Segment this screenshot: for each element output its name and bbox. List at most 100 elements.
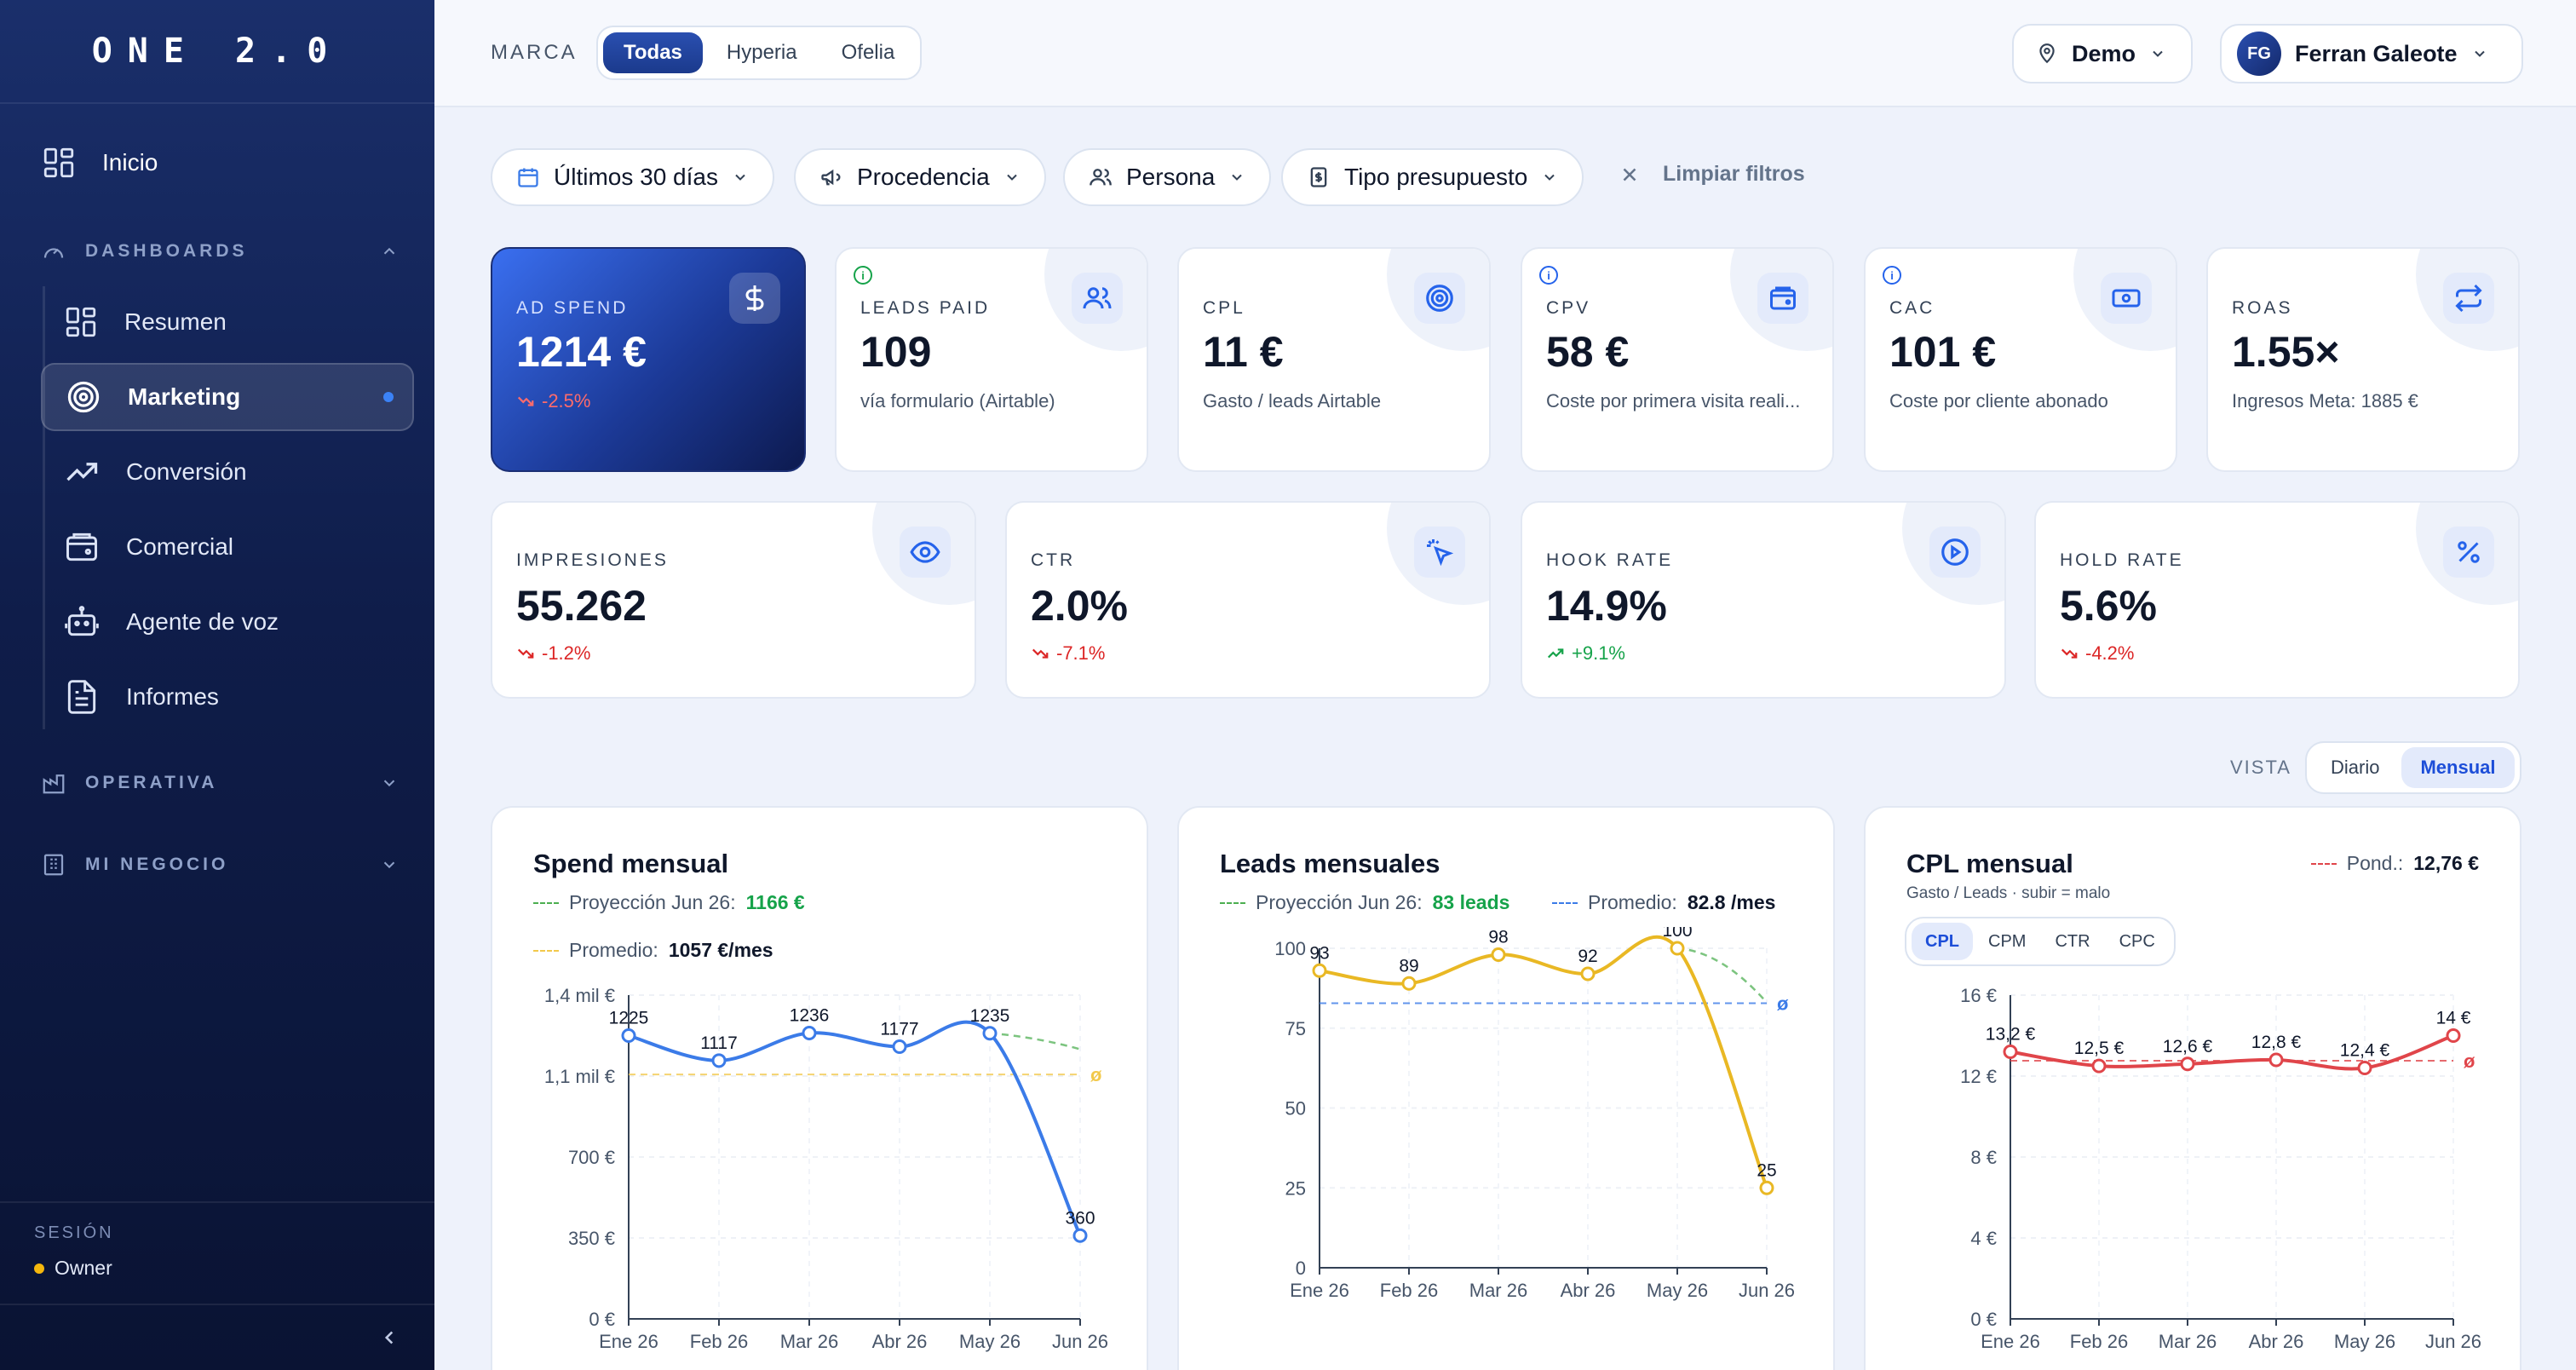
megaphone-icon	[821, 169, 841, 186]
section-dashboards[interactable]: DASHBOARDS	[41, 239, 399, 264]
app-logo[interactable]: ONE 2.0	[0, 0, 434, 104]
kpi-card-hold-rate[interactable]: HOLD RATE 5.6% -4.2%	[2034, 501, 2520, 699]
sidebar-item-marketing[interactable]: Marketing	[41, 363, 414, 431]
map-pin-icon	[2039, 43, 2055, 64]
clear-filters-button[interactable]: Limpiar filtros	[1619, 162, 1805, 187]
brand-option-todas[interactable]: Todas	[603, 32, 703, 73]
kpi-card-roas[interactable]: ROAS 1.55× Ingresos Meta: 1885 €	[2206, 247, 2520, 472]
legend-swatch	[533, 901, 559, 904]
sidebar-item-label: Resumen	[124, 308, 227, 335]
budget-type-filter[interactable]: Tipo presupuesto	[1281, 148, 1584, 206]
section-operativa[interactable]: OPERATIVA	[41, 770, 399, 796]
kpi-value: 2.0%	[1031, 582, 1128, 630]
kpi-card-cpl[interactable]: CPL 11 € Gasto / leads Airtable	[1177, 247, 1491, 472]
trending-down-icon	[2061, 648, 2078, 659]
avatar: FG	[2237, 32, 2281, 76]
chevron-down-icon	[1544, 174, 1555, 181]
metric-option-cpl[interactable]: CPL	[1912, 923, 1973, 960]
x-tick-label: Feb 26	[1380, 1280, 1439, 1301]
trending-down-icon	[517, 396, 534, 406]
legend-weighted: Pond.: 12,76 €	[2310, 852, 2479, 875]
kpi-label: ROAS	[2232, 298, 2293, 318]
kpi-card-impresiones[interactable]: IMPRESIONES 55.262 -1.2%	[491, 501, 976, 699]
workspace-selector[interactable]: Demo	[2012, 24, 2193, 83]
collapse-sidebar-button[interactable]	[0, 1304, 434, 1370]
sidebar-item-conversion[interactable]: Conversión	[41, 438, 414, 506]
metric-option-cpm[interactable]: CPM	[1975, 923, 2039, 960]
chevron-down-icon	[383, 780, 395, 787]
kpi-value: 55.262	[516, 582, 647, 630]
info-icon[interactable]: i	[1539, 266, 1558, 285]
brand-option-hyperia[interactable]: Hyperia	[706, 32, 818, 73]
chevron-down-icon	[1006, 174, 1017, 181]
kpi-delta-text: -1.2%	[542, 642, 591, 664]
legend-value: 1166 €	[745, 891, 805, 913]
x-tick-label: Ene 26	[599, 1331, 658, 1352]
kpi-card-hook-rate[interactable]: HOOK RATE 14.9% +9.1%	[1521, 501, 2006, 699]
kpi-value: 58 €	[1546, 328, 1630, 376]
user-menu[interactable]: FG Ferran Galeote	[2220, 24, 2523, 83]
close-icon	[1623, 168, 1636, 181]
receipt-icon	[1310, 167, 1327, 187]
section-mi-negocio[interactable]: MI NEGOCIO	[41, 852, 399, 878]
series-line	[1319, 935, 1768, 1189]
data-point	[2446, 1028, 2461, 1043]
legend-label: Pond.:	[2346, 852, 2404, 874]
section-label: MI NEGOCIO	[85, 855, 229, 874]
y-tick-label: 75	[1285, 1018, 1306, 1039]
metric-option-cpc[interactable]: CPC	[2106, 923, 2169, 960]
kpi-card-ad-spend[interactable]: AD SPEND 1214 € -2.5%	[491, 247, 806, 472]
data-point	[2180, 1056, 2195, 1072]
kpi-card-ctr[interactable]: CTR 2.0% -7.1%	[1005, 501, 1491, 699]
info-icon[interactable]: i	[1883, 266, 1901, 285]
sidebar-item-comercial[interactable]: Comercial	[41, 513, 414, 581]
legend-swatch	[533, 949, 559, 952]
info-icon[interactable]: i	[854, 266, 872, 285]
view-option-mensual[interactable]: Mensual	[2401, 747, 2515, 788]
kpi-card-cpv[interactable]: i CPV 58 € Coste por primera visita real…	[1521, 247, 1834, 472]
sidebar-item-resumen[interactable]: Resumen	[41, 288, 414, 356]
data-point	[1401, 976, 1417, 991]
kpi-value: 109	[860, 328, 932, 376]
data-point	[802, 1026, 817, 1041]
kpi-delta: -4.2%	[2060, 642, 2134, 665]
data-label: 12,6 €	[2163, 1037, 2213, 1056]
calendar-icon	[518, 168, 538, 187]
banknote-icon	[2101, 273, 2152, 324]
kpi-card-cac[interactable]: i CAC 101 € Coste por cliente abonado	[1864, 247, 2177, 472]
source-filter[interactable]: Procedencia	[794, 148, 1046, 206]
y-tick-label: 700 €	[568, 1147, 615, 1168]
sidebar-item-informes[interactable]: Informes	[41, 663, 414, 731]
pointer-icon	[1414, 527, 1465, 578]
chart-title: Leads mensuales	[1220, 849, 1440, 878]
view-option-diario[interactable]: Diario	[2312, 747, 2398, 788]
sidebar-item-inicio[interactable]: Inicio	[41, 145, 158, 181]
legend-label: Promedio:	[1588, 891, 1677, 913]
metric-option-ctr[interactable]: CTR	[2041, 923, 2103, 960]
data-label: 13,2 €	[1986, 1025, 2036, 1045]
legend-value: 83 leads	[1432, 891, 1510, 913]
chart-title: CPL mensual	[1906, 849, 2073, 878]
kpi-card-leads-paid[interactable]: i LEADS PAID 109 vía formulario (Airtabl…	[835, 247, 1148, 472]
kpi-label: CPL	[1203, 298, 1245, 318]
kpi-delta: -7.1%	[1031, 642, 1105, 665]
sidebar-item-agente-voz[interactable]: Agente de voz	[41, 588, 414, 656]
repeat-icon	[2443, 273, 2494, 324]
brand-option-ofelia[interactable]: Ofelia	[821, 32, 916, 73]
data-label: 92	[1578, 947, 1597, 966]
clear-filters-label: Limpiar filtros	[1663, 162, 1805, 186]
chart-title: Spend mensual	[533, 849, 729, 878]
date-filter[interactable]: Últimos 30 días	[491, 148, 774, 206]
legend-projection: Proyección Jun 26: 83 leads	[1220, 891, 1509, 914]
wallet-icon	[1757, 273, 1808, 324]
x-tick-label: Ene 26	[1290, 1280, 1349, 1301]
data-label: 12,5 €	[2074, 1039, 2125, 1058]
legend-value: 82.8 /mes	[1687, 891, 1776, 913]
y-tick-label: 12 €	[1960, 1066, 1997, 1087]
chart-card-spend: Spend mensual Proyección Jun 26: 1166 € …	[491, 806, 1148, 1370]
gauge-icon	[43, 248, 64, 258]
x-tick-label: Feb 26	[690, 1331, 749, 1352]
persona-filter[interactable]: Persona	[1063, 148, 1272, 206]
cpl-line-chart: 0 € 4 € 8 € 12 € 16 € Ene 26 Feb 26 Mar 26 Abr 2…	[1960, 985, 2481, 1352]
sidebar-item-label: Conversión	[126, 458, 247, 485]
